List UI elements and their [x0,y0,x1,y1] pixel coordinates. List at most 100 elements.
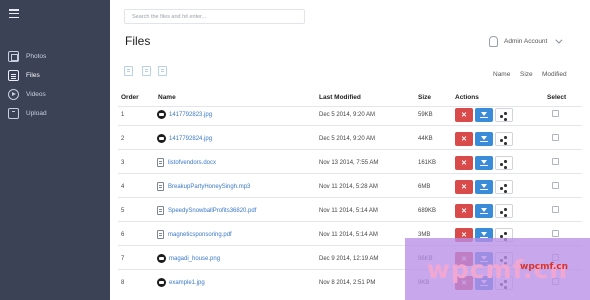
trash-icon[interactable] [158,66,167,76]
share-button[interactable] [495,180,513,194]
row-last-modified: Nov 11 2014, 5:28 AM [319,184,378,190]
close-icon: ✕ [461,208,467,215]
download-button[interactable] [475,156,493,170]
sidebar-item-label: Files [26,71,40,79]
file-name-link[interactable]: 1417792823.jpg [157,110,212,119]
file-name-link[interactable]: SpeedySnowballProfits36820.pdf [157,206,256,215]
account-menu[interactable]: Admin Account [489,34,563,48]
sidebar-item-files[interactable]: Files [8,68,40,82]
download-icon-base [480,141,488,142]
video-icon [8,88,19,100]
select-checkbox[interactable] [552,182,559,189]
sort-by-name[interactable]: Name [493,71,510,78]
download-button[interactable] [475,180,493,194]
row-size: 44KB [418,136,433,142]
share-icon [504,208,507,211]
file-name-link[interactable]: listofvendors.docx [157,158,216,167]
close-icon: ✕ [461,112,467,119]
file-name: example1.jpg [169,279,205,286]
photo-icon [8,50,19,62]
share-icon [504,142,507,145]
row-last-modified: Nov 11 2014, 5:14 AM [319,232,378,238]
row-order: 2 [121,136,125,142]
column-header-select: Select [547,94,567,101]
search-input[interactable]: Search the files and hit enter... [124,9,305,24]
download-icon-base [480,165,488,166]
select-checkbox[interactable] [552,110,559,117]
image-file-icon [157,134,166,143]
file-name-link[interactable]: magneticsponsoring.pdf [157,230,232,239]
share-icon [500,163,503,166]
row-order: 3 [121,160,125,166]
document-file-icon [157,206,164,215]
column-header-actions: Actions [455,94,479,101]
row-order: 1 [121,112,125,118]
row-divider [118,173,582,174]
share-icon [504,190,507,193]
select-checkbox[interactable] [552,158,559,165]
new-file-icon[interactable] [124,66,133,76]
download-button[interactable] [475,108,493,122]
sidebar-item-photos[interactable]: Photos [8,49,46,63]
file-name: listofvendors.docx [168,159,217,166]
bell-icon [489,35,498,47]
menu-icon[interactable] [9,9,19,19]
upload-icon [8,107,19,119]
download-button[interactable] [475,204,493,218]
download-icon [481,160,487,164]
select-checkbox[interactable] [552,206,559,213]
select-checkbox[interactable] [552,134,559,141]
delete-button[interactable]: ✕ [455,204,473,218]
document-file-icon [157,158,164,167]
close-icon: ✕ [461,136,467,143]
share-button[interactable] [495,204,513,218]
account-label: Admin Account [504,37,548,45]
image-file-icon [157,254,166,263]
sort-by-size[interactable]: Size [520,71,533,78]
row-order: 7 [121,256,125,262]
row-last-modified: Dec 9 2014, 12:19 AM [319,256,379,262]
row-order: 6 [121,232,125,238]
share-icon [500,187,503,190]
row-size: 689KB [418,208,437,214]
row-size: 59KB [418,112,433,118]
select-checkbox[interactable] [552,230,559,237]
file-name: magadi_house.png [169,255,221,262]
delete-button[interactable]: ✕ [455,108,473,122]
download-button[interactable] [475,132,493,146]
file-name: 1417792823.jpg [169,111,213,118]
sidebar-item-label: Videos [26,90,46,98]
file-name-link[interactable]: example1.jpg [157,278,205,287]
file-name: magneticsponsoring.pdf [168,231,232,238]
download-icon [481,184,487,188]
sidebar-item-label: Upload [26,109,47,117]
sidebar-item-label: Photos [26,52,47,60]
share-button[interactable] [495,156,513,170]
delete-button[interactable]: ✕ [455,132,473,146]
sidebar-item-videos[interactable]: Videos [8,87,46,101]
share-button[interactable] [495,132,513,146]
file-name-link[interactable]: BreakupPartyHoneySingh.mp3 [157,182,250,191]
sidebar-item-upload[interactable]: Upload [8,106,47,120]
share-icon [500,115,503,118]
download-icon [481,136,487,140]
share-icon [504,160,507,163]
download-icon [481,112,487,116]
delete-button[interactable]: ✕ [455,180,473,194]
file-name-link[interactable]: magadi_house.png [157,254,220,263]
share-button[interactable] [495,108,513,122]
refresh-icon[interactable] [142,66,151,76]
share-icon [504,136,507,139]
share-icon [504,232,507,235]
file-name: SpeedySnowballProfits36820.pdf [168,207,257,214]
row-size: 161KB [418,160,437,166]
file-name-link[interactable]: 1417792824.jpg [157,134,212,143]
file-name: 1417792824.jpg [169,135,213,142]
document-file-icon [157,230,164,239]
column-header-name: Name [158,94,176,101]
row-size: 6MB [418,184,431,190]
delete-button[interactable]: ✕ [455,156,473,170]
page-title: Files [125,34,151,48]
column-header-modified: Last Modified [319,94,361,101]
sort-by-modified[interactable]: Modified [542,71,567,78]
